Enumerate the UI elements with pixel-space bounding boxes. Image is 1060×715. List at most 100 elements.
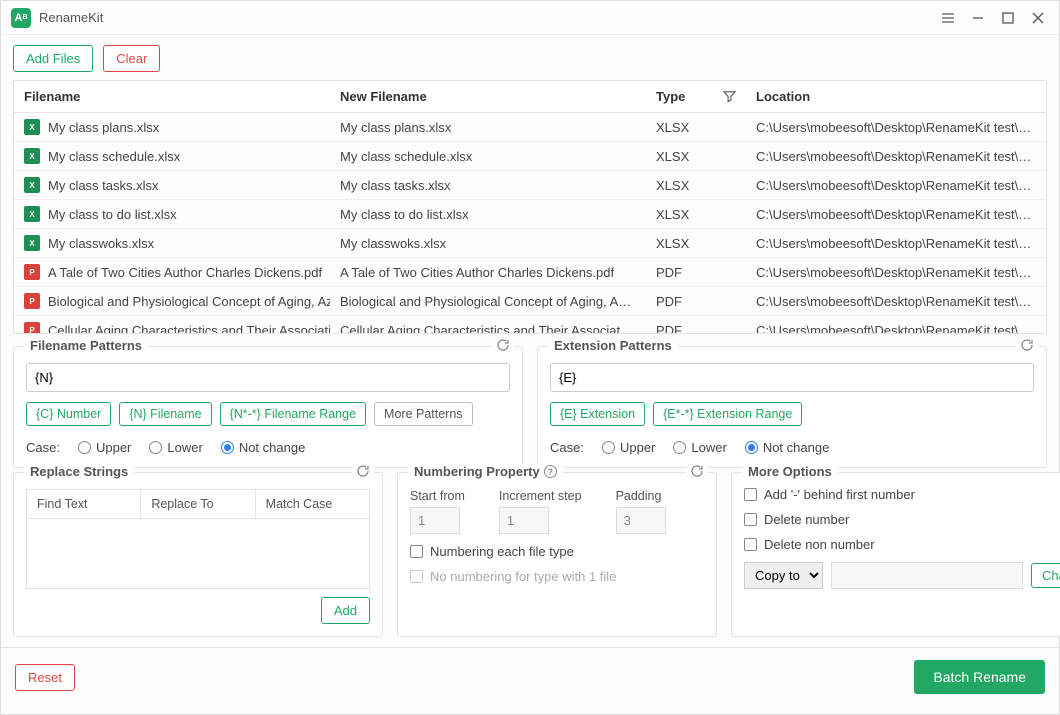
no-numbering-one-file-check[interactable]: No numbering for type with 1 file [410,569,704,584]
extension-pattern-input[interactable] [550,363,1034,392]
table-row[interactable]: P A Tale of Two Cities Author Charles Dic… [14,258,1046,287]
table-row[interactable]: XMy class tasks.xlsxMy class tasks.xlsxX… [14,171,1046,200]
delete-number-check[interactable]: Delete number [744,512,1060,527]
replace-col-to: Replace To [141,490,255,518]
maximize-button[interactable] [993,6,1023,30]
chip-more-patterns[interactable]: More Patterns [374,402,473,426]
table-row[interactable]: PCellular Aging Characteristics and Thei… [14,316,1046,334]
xlsx-icon: X [24,148,40,164]
filename-text: My classwoks.xlsx [48,236,154,251]
filename-text: My class schedule.xlsx [48,149,180,164]
refresh-icon[interactable] [492,338,514,355]
case-upper-radio[interactable]: Upper [78,440,131,455]
refresh-icon[interactable] [352,464,374,481]
menu-icon[interactable] [933,6,963,30]
col-new-filename[interactable]: New Filename [330,81,646,113]
type-text: XLSX [646,229,746,258]
toolbar: Add Files Clear [1,35,1059,80]
table-row[interactable]: X My class to do list.xlsx My class to do … [14,200,1046,229]
xlsx-icon: X [24,177,40,193]
xlsx-icon: X [24,119,40,135]
replace-strings-panel: Replace Strings Find Text Replace To Mat… [13,472,383,637]
copy-to-select[interactable]: Copy to [744,562,823,589]
increment-step-input[interactable] [499,507,549,534]
table-row[interactable]: XMy classwoks.xlsxMy classwoks.xlsxXLSXC… [14,229,1046,258]
reset-button[interactable]: Reset [15,664,75,691]
replace-strings-title: Replace Strings [24,464,134,479]
type-text: XLSX [646,200,746,229]
padding-input[interactable] [616,507,666,534]
batch-rename-button[interactable]: Batch Rename [914,660,1045,694]
new-filename-text: My class schedule.xlsx [330,142,646,171]
chip-n-filename[interactable]: {N} Filename [119,402,211,426]
xlsx-icon: X [24,206,40,222]
file-table: Filename New Filename Type Location X My … [13,80,1047,334]
location-text: C:\Users\mobeesoft\Desktop\RenameKit tes… [746,316,1046,334]
table-row[interactable]: XMy class plans.xlsxMy class plans.xlsxX… [14,113,1046,142]
replace-table-header: Find Text Replace To Match Case [26,489,370,519]
clear-button[interactable]: Clear [103,45,160,72]
col-location[interactable]: Location [746,81,1046,113]
add-files-button[interactable]: Add Files [13,45,93,72]
new-filename-text: A Tale of Two Cities Author Charles Dick… [330,258,646,287]
filename-text: Biological and Physiological Concept of … [48,294,330,309]
case-notchange-radio[interactable]: Not change [221,440,306,455]
start-from-label: Start from [410,489,465,503]
delete-non-number-check[interactable]: Delete non number [744,537,1060,552]
location-text: C:\Users\mobeesoft\Desktop\RenameKit tes… [746,200,1046,229]
filename-pattern-input[interactable] [26,363,510,392]
ext-case-upper-radio[interactable]: Upper [602,440,655,455]
new-filename-text: Cellular Aging Characteristics and Their… [330,316,646,334]
location-text: C:\Users\mobeesoft\Desktop\RenameKit tes… [746,113,1046,142]
replace-col-match: Match Case [256,490,369,518]
more-options-title: More Options [742,464,838,479]
file-table-scroll[interactable]: Filename New Filename Type Location X My … [14,81,1046,333]
start-from-input[interactable] [410,507,460,534]
footer: Reset Batch Rename [1,647,1059,706]
help-icon[interactable]: ? [544,465,557,478]
copy-to-path-input[interactable] [831,562,1023,589]
filename-text: My class tasks.xlsx [48,178,159,193]
close-button[interactable] [1023,6,1053,30]
filename-patterns-title: Filename Patterns [24,338,148,353]
numbering-panel: Numbering Property ? Start from Incremen… [397,472,717,637]
minimize-button[interactable] [963,6,993,30]
pdf-icon: P [24,264,40,280]
chip-e-range[interactable]: {E*-*} Extension Range [653,402,802,426]
location-text: C:\Users\mobeesoft\Desktop\RenameKit tes… [746,171,1046,200]
filename-patterns-panel: Filename Patterns {C} Number {N} Filenam… [13,346,523,468]
increment-step-label: Increment step [499,489,582,503]
case-lower-radio[interactable]: Lower [149,440,202,455]
new-filename-text: My class tasks.xlsx [330,171,646,200]
chip-n-range[interactable]: {N*-*} Filename Range [220,402,366,426]
add-dash-check[interactable]: Add '-' behind first number [744,487,1060,502]
type-text: XLSX [646,113,746,142]
table-row[interactable]: P Biological and Physiological Concept of… [14,287,1046,316]
new-filename-text: My class to do list.xlsx [330,200,646,229]
chip-c-number[interactable]: {C} Number [26,402,111,426]
col-type[interactable]: Type [646,81,746,113]
replace-table-body[interactable] [26,519,370,589]
numbering-each-type-check[interactable]: Numbering each file type [410,544,704,559]
more-options-panel: More Options Add '-' behind first number… [731,472,1060,637]
app-title: RenameKit [39,10,103,25]
ext-case-lower-radio[interactable]: Lower [673,440,726,455]
filter-icon[interactable] [723,90,736,103]
pdf-icon: P [24,293,40,309]
filename-text: My class to do list.xlsx [48,207,177,222]
type-text: PDF [646,287,746,316]
refresh-icon[interactable] [686,464,708,481]
new-filename-text: My class plans.xlsx [330,113,646,142]
chip-e-extension[interactable]: {E} Extension [550,402,645,426]
numbering-title: Numbering Property ? [408,464,563,479]
ext-case-notchange-radio[interactable]: Not change [745,440,830,455]
app-window: AB RenameKit Add Files Clear Filename [0,0,1060,715]
location-text: C:\Users\mobeesoft\Desktop\RenameKit tes… [746,287,1046,316]
replace-add-button[interactable]: Add [321,597,370,624]
refresh-icon[interactable] [1016,338,1038,355]
change-button[interactable]: Change [1031,563,1060,588]
col-filename[interactable]: Filename [14,81,330,113]
location-text: C:\Users\mobeesoft\Desktop\RenameKit tes… [746,258,1046,287]
type-text: PDF [646,316,746,334]
table-row[interactable]: X My class schedule.xlsx My class schedule… [14,142,1046,171]
